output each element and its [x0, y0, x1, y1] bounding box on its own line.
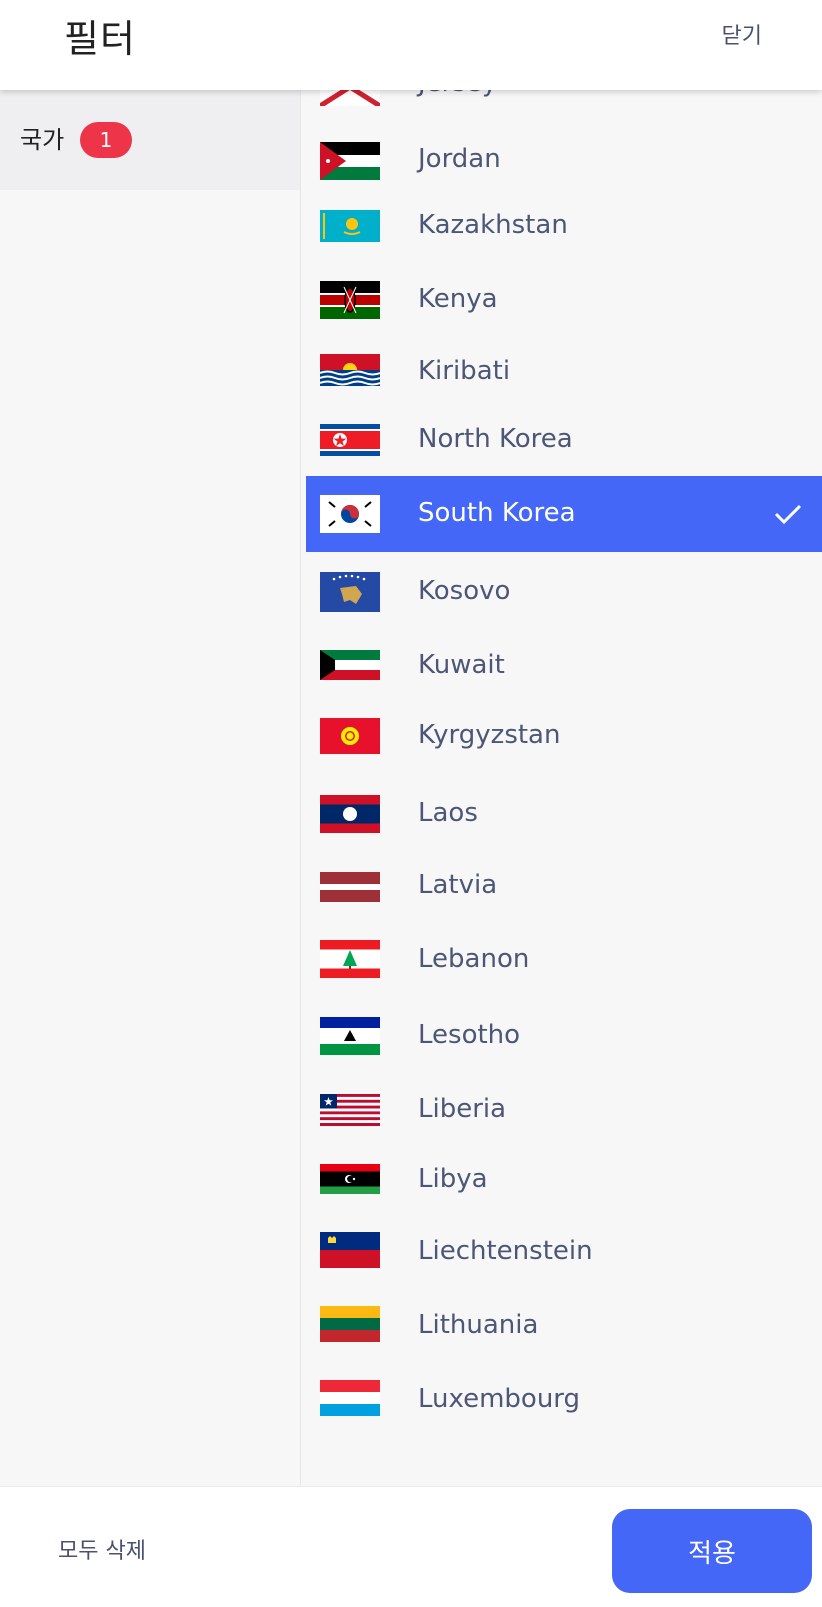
country-name: Liechtenstein: [418, 1236, 593, 1266]
lithuania-flag: [320, 1306, 380, 1342]
lesotho-flag: [320, 1017, 380, 1055]
country-row-laos[interactable]: Laos: [306, 778, 822, 850]
liberia-flag: [320, 1094, 380, 1126]
page-title: 필터: [64, 17, 136, 61]
luxembourg-flag: [320, 1380, 380, 1416]
country-row-liechtenstein[interactable]: Liechtenstein: [306, 1218, 822, 1290]
country-row-luxembourg[interactable]: Luxembourg: [306, 1366, 822, 1438]
country-row-kiribati[interactable]: Kiribati: [306, 342, 822, 410]
header: 필터 닫기: [0, 0, 822, 90]
country-list[interactable]: Jersey Jordan Kazakhstan Kenya Kiribati …: [306, 90, 822, 1486]
country-row-kenya[interactable]: Kenya: [306, 268, 822, 338]
country-name: Kiribati: [418, 356, 511, 386]
country-row-lebanon[interactable]: Lebanon: [306, 926, 822, 998]
country-row-liberia[interactable]: Liberia: [306, 1080, 822, 1148]
country-name: Latvia: [418, 870, 498, 900]
country-name: Kyrgyzstan: [418, 720, 561, 750]
laos-flag: [320, 795, 380, 833]
south-korea-flag: [320, 495, 380, 533]
jordan-flag: [320, 142, 380, 180]
latvia-flag: [320, 872, 380, 902]
filter-category-panel: 국가 1: [0, 90, 301, 1486]
footer: 모두 삭제 적용: [0, 1486, 822, 1607]
country-name: Kosovo: [418, 576, 511, 606]
country-name: Jersey: [418, 90, 497, 98]
country-name: Libya: [418, 1164, 488, 1194]
kenya-flag: [320, 281, 380, 319]
kuwait-flag: [320, 650, 380, 680]
country-row-kosovo[interactable]: Kosovo: [306, 564, 822, 626]
apply-button[interactable]: 적용: [612, 1509, 812, 1593]
country-row-lesotho[interactable]: Lesotho: [306, 1002, 822, 1074]
category-label: 국가: [20, 126, 65, 154]
count-badge: 1: [80, 122, 132, 158]
country-name: Kenya: [418, 284, 498, 314]
close-button[interactable]: 닫기: [722, 18, 762, 50]
north-korea-flag: [320, 424, 380, 456]
country-name: Luxembourg: [418, 1384, 581, 1414]
clear-all-button[interactable]: 모두 삭제: [58, 1533, 146, 1565]
kazakhstan-flag: [320, 210, 380, 242]
check-icon: [774, 504, 802, 524]
country-name: Lithuania: [418, 1310, 539, 1340]
country-row-kyrgyzstan[interactable]: Kyrgyzstan: [306, 704, 822, 770]
kiribati-flag: [320, 354, 380, 386]
country-row-libya[interactable]: Libya: [306, 1148, 822, 1216]
country-row-kazakhstan[interactable]: Kazakhstan: [306, 196, 822, 264]
country-row-latvia[interactable]: Latvia: [306, 856, 822, 922]
kosovo-flag: [320, 572, 380, 612]
country-name: Lebanon: [418, 944, 530, 974]
country-row-jersey[interactable]: Jersey: [306, 90, 822, 128]
country-name: Laos: [418, 798, 478, 828]
liechtenstein-flag: [320, 1232, 380, 1268]
country-row-south-korea[interactable]: South Korea: [306, 476, 822, 552]
kyrgyzstan-flag: [320, 718, 380, 754]
country-name: North Korea: [418, 424, 573, 454]
jersey-flag: [320, 90, 380, 106]
country-name: Lesotho: [418, 1020, 521, 1050]
country-name: Jordan: [418, 144, 501, 174]
country-row-jordan[interactable]: Jordan: [306, 130, 822, 192]
country-row-kuwait[interactable]: Kuwait: [306, 636, 822, 698]
country-name: Kazakhstan: [418, 210, 568, 240]
libya-flag: [320, 1164, 380, 1194]
country-row-north-korea[interactable]: North Korea: [306, 410, 822, 476]
country-name: Liberia: [418, 1094, 507, 1124]
category-item-country[interactable]: 국가 1: [0, 90, 300, 190]
country-name: Kuwait: [418, 650, 505, 680]
country-name: South Korea: [418, 498, 576, 528]
lebanon-flag: [320, 940, 380, 978]
country-row-lithuania[interactable]: Lithuania: [306, 1292, 822, 1364]
